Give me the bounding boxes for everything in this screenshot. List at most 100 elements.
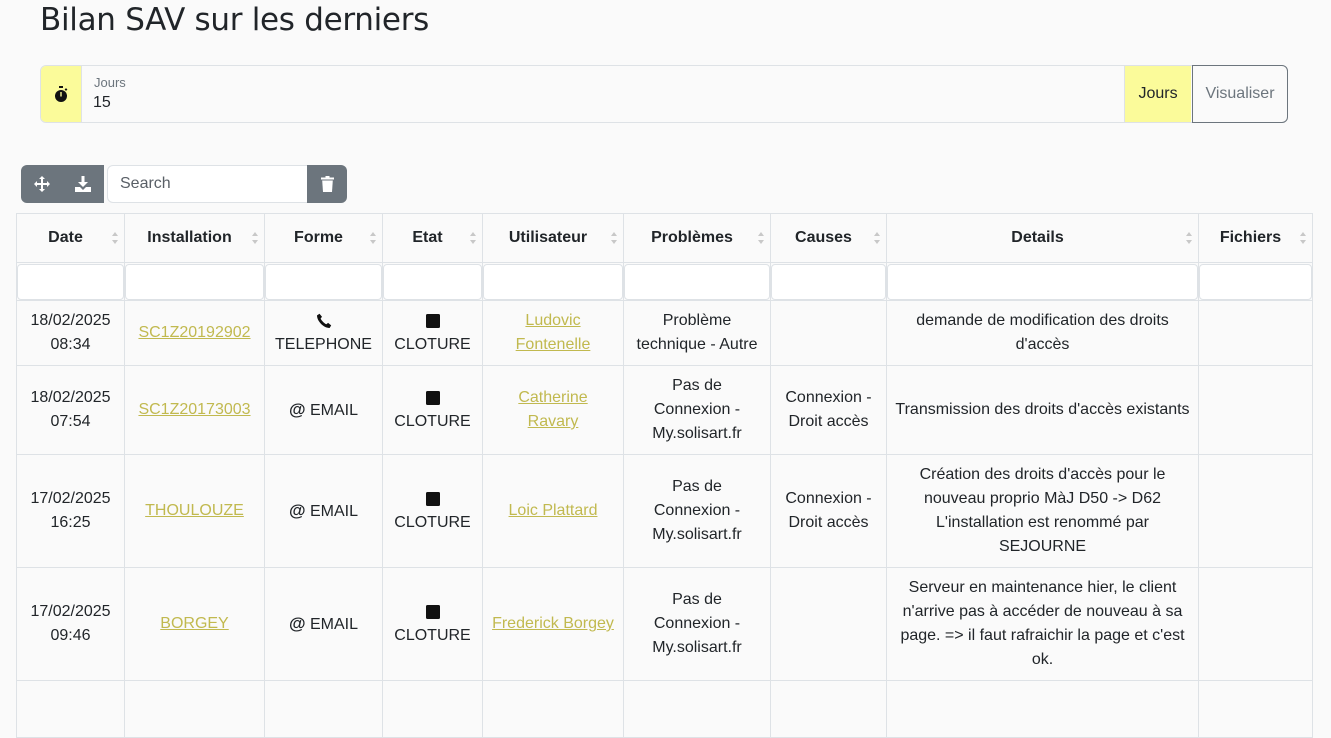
sort-icon	[112, 232, 118, 244]
cell-etat: CLOTURE	[382, 365, 483, 455]
cell-date: 17/02/2025 16:25	[16, 454, 125, 568]
sort-icon	[252, 232, 258, 244]
cell-probleme: Pas de Connexion - My.solisart.fr	[623, 567, 771, 681]
sort-icon	[874, 232, 880, 244]
sort-icon	[470, 232, 476, 244]
cell-installation: SC1Z20192902	[124, 300, 265, 366]
col-installation[interactable]: Installation	[124, 213, 265, 263]
cell-fichiers	[1198, 567, 1313, 681]
cell-details: Serveur en maintenance hier, le client n…	[886, 567, 1199, 681]
stop-square-icon	[391, 487, 474, 511]
cell-probleme: Pas de Connexion - My.solisart.fr	[623, 365, 771, 455]
filter-etat-input[interactable]	[383, 263, 482, 300]
filter-details-input[interactable]	[887, 263, 1198, 300]
cell-etat: CLOTURE	[382, 300, 483, 366]
col-problemes[interactable]: Problèmes	[623, 213, 771, 263]
at-icon: @	[288, 399, 306, 419]
filter-date-input[interactable]	[17, 263, 124, 300]
table-row: 17/02/2025 16:25 THOULOUZE @ EMAIL CLOTUR…	[16, 454, 1313, 568]
days-input[interactable]	[93, 94, 393, 112]
cell-forme: @ EMAIL	[264, 365, 383, 455]
stop-square-icon	[391, 386, 474, 410]
cell-probleme: Pas de Connexion - My.solisart.fr	[623, 454, 771, 568]
move-icon[interactable]	[21, 165, 62, 203]
stop-square-icon	[391, 600, 474, 624]
filter-row	[16, 262, 1313, 301]
cell-details: demande de modification des droits d'acc…	[886, 300, 1199, 366]
stopwatch-icon	[41, 66, 82, 122]
user-link[interactable]: Loic Plattard	[509, 502, 598, 519]
cell-cause: Connexion - Droit accès	[770, 454, 887, 568]
cell-date: 18/02/2025 07:54	[16, 365, 125, 455]
cell-date: 18/02/2025 08:34	[16, 300, 125, 366]
table-row: 17/02/2025 09:46 BORGEY @ EMAIL CLOTURE F…	[16, 567, 1313, 681]
sort-icon	[1186, 232, 1192, 244]
table-row: 18/02/2025 07:54 SC1Z20173003 @ EMAIL CLO…	[16, 365, 1313, 455]
days-field[interactable]: Jours	[82, 66, 1124, 122]
col-details[interactable]: Details	[886, 213, 1199, 263]
col-fichiers[interactable]: Fichiers	[1198, 213, 1313, 263]
installation-link[interactable]: SC1Z20192902	[138, 324, 250, 341]
cell-probleme: Problème technique - Autre	[623, 300, 771, 366]
cell-forme: @ EMAIL	[264, 454, 383, 568]
cell-installation: THOULOUZE	[124, 454, 265, 568]
stop-square-icon	[391, 309, 474, 333]
cell-forme: TELEPHONE	[264, 300, 383, 366]
days-unit: Jours	[1124, 66, 1191, 122]
cell-cause	[770, 300, 887, 366]
cell-fichiers	[1198, 365, 1313, 455]
cell-fichiers	[1198, 454, 1313, 568]
sav-table: Date Installation Forme Etat Utilisateur…	[16, 213, 1313, 738]
days-filter-group: Jours Jours	[40, 65, 1288, 123]
at-icon: @	[288, 613, 306, 633]
col-etat[interactable]: Etat	[382, 213, 483, 263]
at-icon: @	[288, 500, 306, 520]
cell-fichiers	[1198, 300, 1313, 366]
filter-problemes-input[interactable]	[624, 263, 770, 300]
filter-forme-input[interactable]	[265, 263, 382, 300]
cell-utilisateur: Ludovic Fontenelle	[482, 300, 624, 366]
user-link[interactable]: Ludovic Fontenelle	[491, 309, 615, 357]
sort-icon	[370, 232, 376, 244]
cell-cause: Connexion - Droit accès	[770, 365, 887, 455]
col-utilisateur[interactable]: Utilisateur	[482, 213, 624, 263]
sort-icon	[611, 232, 617, 244]
col-date[interactable]: Date	[16, 213, 125, 263]
search-input[interactable]	[107, 165, 308, 203]
table-toolbar	[21, 165, 104, 203]
sort-icon	[1300, 232, 1306, 244]
cell-utilisateur: Frederick Borgey	[482, 567, 624, 681]
cell-forme: @ EMAIL	[264, 567, 383, 681]
installation-link[interactable]: SC1Z20173003	[138, 401, 250, 418]
table-row	[16, 680, 1313, 738]
visualize-button[interactable]: Visualiser	[1192, 65, 1288, 123]
page-title: Bilan SAV sur les derniers	[40, 2, 429, 38]
cell-installation: BORGEY	[124, 567, 265, 681]
cell-utilisateur: Catherine Ravary	[482, 365, 624, 455]
sort-icon	[758, 232, 764, 244]
days-field-label: Jours	[94, 75, 126, 90]
user-link[interactable]: Frederick Borgey	[492, 615, 614, 632]
trash-icon[interactable]	[307, 165, 347, 203]
filter-fichiers-input[interactable]	[1199, 263, 1312, 300]
download-icon[interactable]	[62, 165, 103, 203]
table-row: 18/02/2025 08:34 SC1Z20192902 TELEPHONE C…	[16, 300, 1313, 366]
installation-link[interactable]: BORGEY	[160, 615, 228, 632]
col-causes[interactable]: Causes	[770, 213, 887, 263]
cell-details: Transmission des droits d'accès existant…	[886, 365, 1199, 455]
phone-icon	[273, 309, 374, 333]
cell-date: 17/02/2025 09:46	[16, 567, 125, 681]
cell-utilisateur: Loic Plattard	[482, 454, 624, 568]
cell-etat: CLOTURE	[382, 454, 483, 568]
filter-installation-input[interactable]	[125, 263, 264, 300]
installation-link[interactable]: THOULOUZE	[145, 502, 244, 519]
col-forme[interactable]: Forme	[264, 213, 383, 263]
header-row: Date Installation Forme Etat Utilisateur…	[16, 213, 1313, 263]
filter-causes-input[interactable]	[771, 263, 886, 300]
user-link[interactable]: Catherine Ravary	[518, 389, 587, 430]
cell-installation: SC1Z20173003	[124, 365, 265, 455]
cell-details: Création des droits d'accès pour le nouv…	[886, 454, 1199, 568]
cell-etat: CLOTURE	[382, 567, 483, 681]
filter-utilisateur-input[interactable]	[483, 263, 623, 300]
cell-cause	[770, 567, 887, 681]
